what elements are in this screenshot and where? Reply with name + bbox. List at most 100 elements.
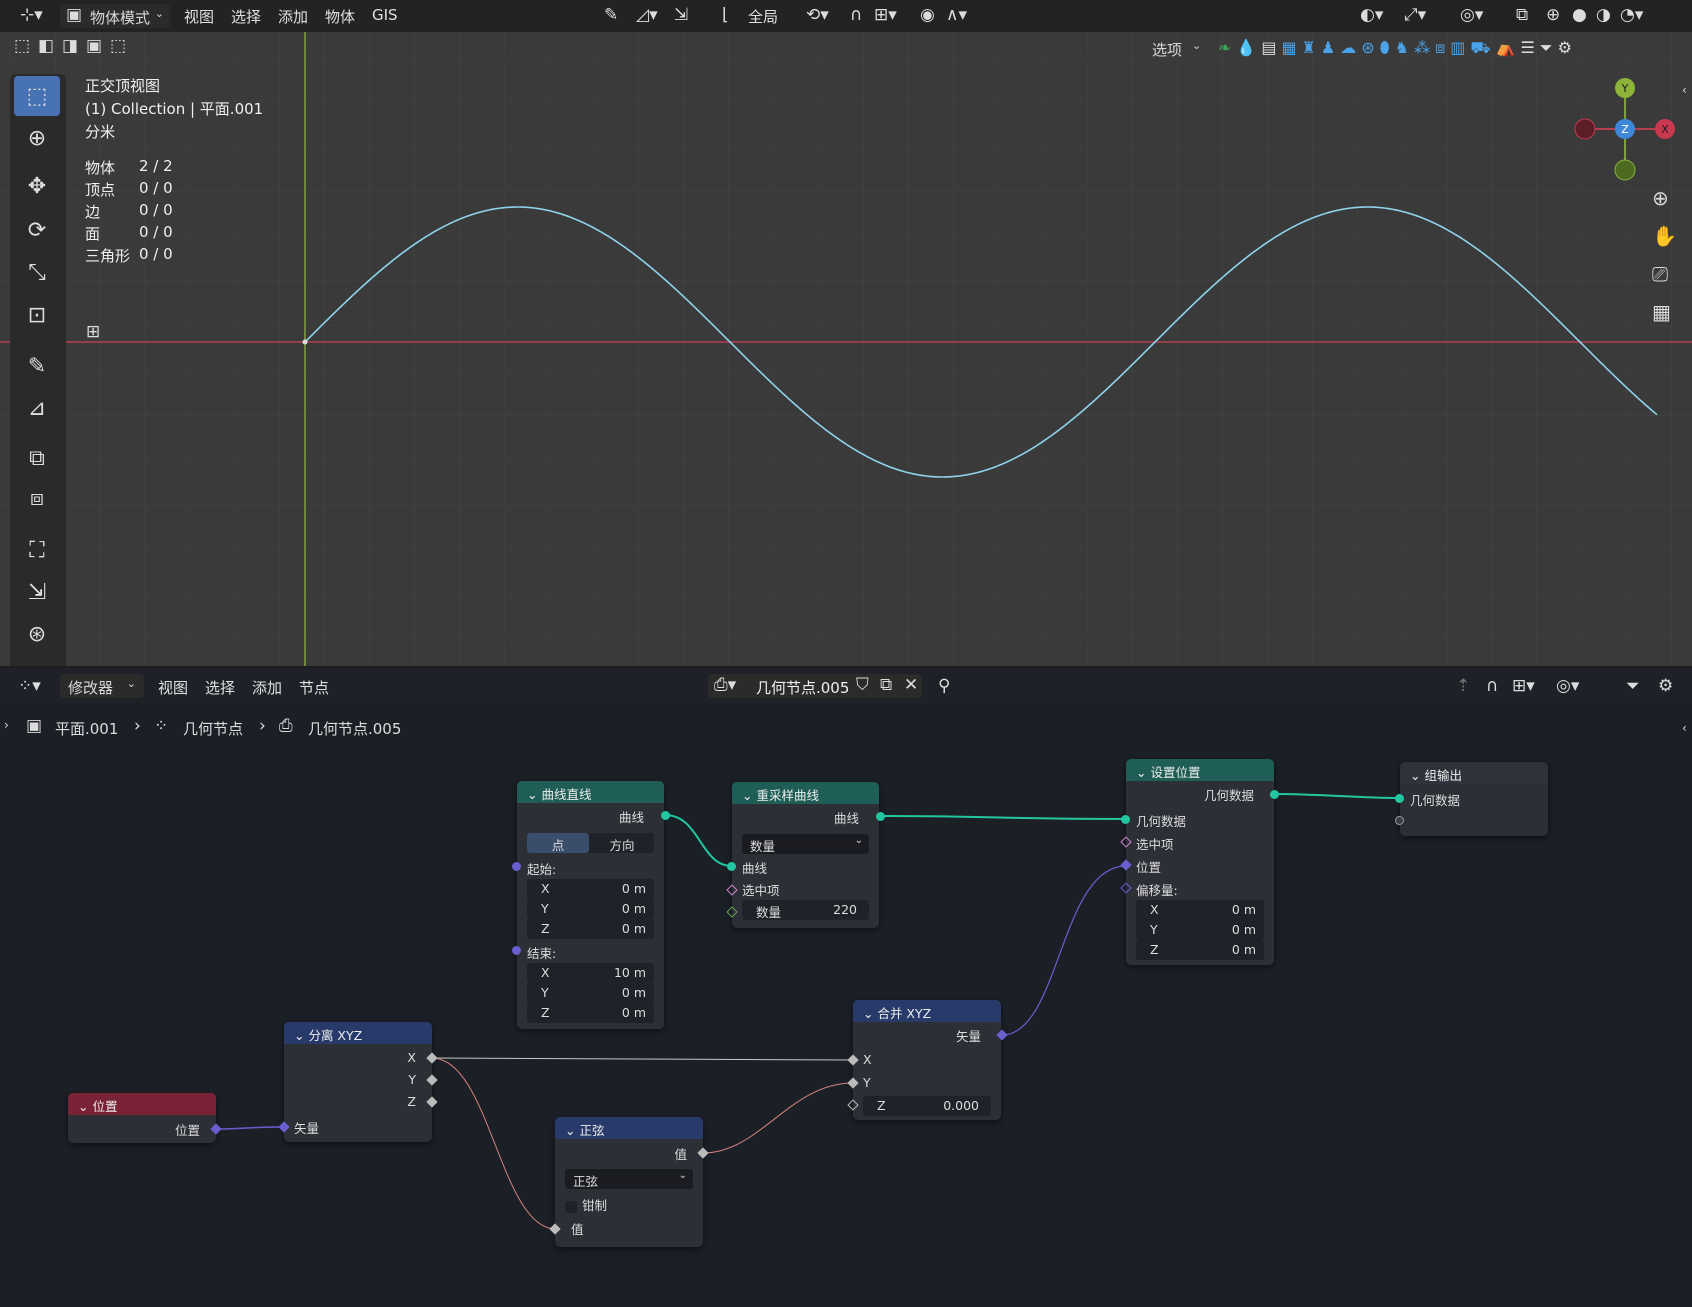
node-title: 曲线直线 (541, 787, 592, 802)
node-group-output[interactable]: ⌄ 组输出 几何数据 (1400, 762, 1548, 836)
input-socket[interactable] (1121, 815, 1130, 824)
field-label: X (541, 881, 550, 896)
field-value: 0 m (621, 881, 646, 896)
field-label: Y (1150, 922, 1158, 937)
node-position[interactable]: ⌄ 位置 位置 (68, 1093, 216, 1143)
field-label: Y (541, 985, 549, 1000)
node-links (216, 793, 1401, 1230)
socket-label: 值 (571, 1222, 584, 1237)
offset-x-field[interactable]: X 0 m (1136, 900, 1264, 920)
socket-label: 起始: (527, 862, 557, 877)
socket-label: 偏移量: (1136, 883, 1178, 898)
field-value: 0 m (1231, 922, 1256, 937)
socket-label: 曲线 (833, 811, 859, 826)
node-combine-xyz[interactable]: ⌄ 合并 XYZ 矢量 X Y Z 0.000 (853, 1000, 1001, 1120)
socket-label: 结束: (527, 946, 557, 961)
chevron-down-icon: ⌄ (527, 787, 542, 802)
node-separate-xyz[interactable]: ⌄ 分离 XYZ X Y Z 矢量 (284, 1022, 432, 1142)
checkbox-label: 钳制 (582, 1198, 608, 1213)
socket-label: 位置 (1136, 860, 1162, 875)
node-resample-curve[interactable]: ⌄ 重采样曲线 曲线 数量 ⌄ 曲线 选中项 数量 220 (732, 782, 879, 928)
socket-label: 选中项 (742, 883, 780, 898)
node-title: 分离 XYZ (308, 1028, 363, 1043)
count-field[interactable]: 数量 220 (742, 900, 869, 920)
socket-label: Y (863, 1075, 871, 1090)
start-z-field[interactable]: Z 0 m (527, 919, 654, 939)
field-value: 0 m (621, 985, 646, 1000)
field-label: 数量 (756, 905, 782, 920)
field-value: 0 m (621, 921, 646, 936)
input-socket[interactable] (512, 862, 521, 871)
chevron-down-icon: ⌄ (78, 1099, 93, 1114)
mode-points-button[interactable]: 点 (527, 833, 589, 853)
socket-label: 曲线 (742, 861, 768, 876)
node-title: 组输出 (1424, 768, 1462, 783)
mode-toggle: 点 方向 (527, 833, 654, 853)
output-socket[interactable] (661, 811, 670, 820)
operation-dropdown[interactable]: 正弦 ⌄ (565, 1169, 693, 1189)
node-title: 正弦 (579, 1123, 605, 1138)
field-value: 0 m (621, 901, 646, 916)
combine-z-field[interactable]: Z 0.000 (863, 1096, 991, 1116)
resample-mode-dropdown[interactable]: 数量 ⌄ (742, 834, 869, 854)
field-label: Z (1150, 942, 1159, 957)
socket-label: Y (408, 1072, 416, 1087)
clamp-checkbox[interactable]: 钳制 (555, 1195, 703, 1215)
node-set-position[interactable]: ⌄ 设置位置 几何数据 几何数据 选中项 位置 偏移量: X 0 m Y 0 m Z… (1126, 759, 1274, 965)
node-header[interactable]: ⌄ 正弦 (555, 1117, 703, 1139)
node-header[interactable]: ⌄ 设置位置 (1126, 759, 1274, 781)
start-x-field[interactable]: X 0 m (527, 879, 654, 899)
socket-label: 值 (674, 1147, 687, 1162)
end-x-field[interactable]: X 10 m (527, 963, 654, 983)
offset-z-field[interactable]: Z 0 m (1136, 940, 1264, 960)
node-header[interactable]: ⌄ 组输出 (1400, 762, 1548, 784)
chevron-down-icon: ⌄ (1136, 765, 1151, 780)
node-header[interactable]: ⌄ 曲线直线 (517, 781, 664, 803)
field-label: Z (541, 921, 550, 936)
end-y-field[interactable]: Y 0 m (527, 983, 654, 1003)
node-title: 设置位置 (1150, 765, 1201, 780)
socket-label: X (863, 1052, 872, 1067)
chevron-down-icon: ⌄ (294, 1028, 309, 1043)
input-socket[interactable] (727, 862, 736, 871)
mode-direction-button[interactable]: 方向 (591, 833, 653, 854)
node-title: 重采样曲线 (756, 788, 819, 803)
field-value: 220 (833, 902, 857, 917)
start-y-field[interactable]: Y 0 m (527, 899, 654, 919)
socket-label: 曲线 (618, 810, 644, 825)
field-value: 0 m (1231, 942, 1256, 957)
field-value: 0 m (1231, 902, 1256, 917)
node-title: 合并 XYZ (877, 1006, 932, 1021)
input-socket[interactable] (1395, 794, 1404, 803)
field-label: Y (541, 901, 549, 916)
field-label: X (1150, 902, 1159, 917)
end-z-field[interactable]: Z 0 m (527, 1003, 654, 1023)
node-sine-math[interactable]: ⌄ 正弦 值 正弦 ⌄ 钳制 值 (555, 1117, 703, 1247)
node-header[interactable]: ⌄ 分离 XYZ (284, 1022, 432, 1044)
field-label: Z (877, 1098, 886, 1113)
chevron-down-icon: ⌄ (1410, 768, 1425, 783)
field-label: X (541, 965, 550, 980)
node-curve-line[interactable]: ⌄ 曲线直线 曲线 点 方向 起始: X 0 m Y 0 m Z 0 m 结束: X 1… (517, 781, 664, 1029)
field-label: Z (541, 1005, 550, 1020)
socket-label: 几何数据 (1203, 788, 1254, 803)
node-header[interactable]: ⌄ 位置 (68, 1093, 216, 1115)
socket-label: 几何数据 (1136, 814, 1187, 829)
field-value: 0 m (621, 1005, 646, 1020)
output-socket[interactable] (876, 812, 885, 821)
output-socket[interactable] (1270, 790, 1279, 799)
socket-label: Z (407, 1094, 416, 1109)
dropdown-value: 正弦 (573, 1174, 599, 1189)
empty-input-socket[interactable] (1395, 816, 1404, 825)
node-header[interactable]: ⌄ 重采样曲线 (732, 782, 879, 804)
socket-label: 选中项 (1136, 837, 1174, 852)
chevron-down-icon: ⌄ (565, 1123, 580, 1138)
socket-label: 矢量 (294, 1121, 320, 1136)
offset-y-field[interactable]: Y 0 m (1136, 920, 1264, 940)
checkbox-box[interactable] (565, 1200, 577, 1213)
input-socket[interactable] (512, 946, 521, 955)
dropdown-value: 数量 (750, 839, 776, 854)
socket-label: X (407, 1050, 416, 1065)
chevron-down-icon: ⌄ (863, 1006, 878, 1021)
node-header[interactable]: ⌄ 合并 XYZ (853, 1000, 1001, 1022)
